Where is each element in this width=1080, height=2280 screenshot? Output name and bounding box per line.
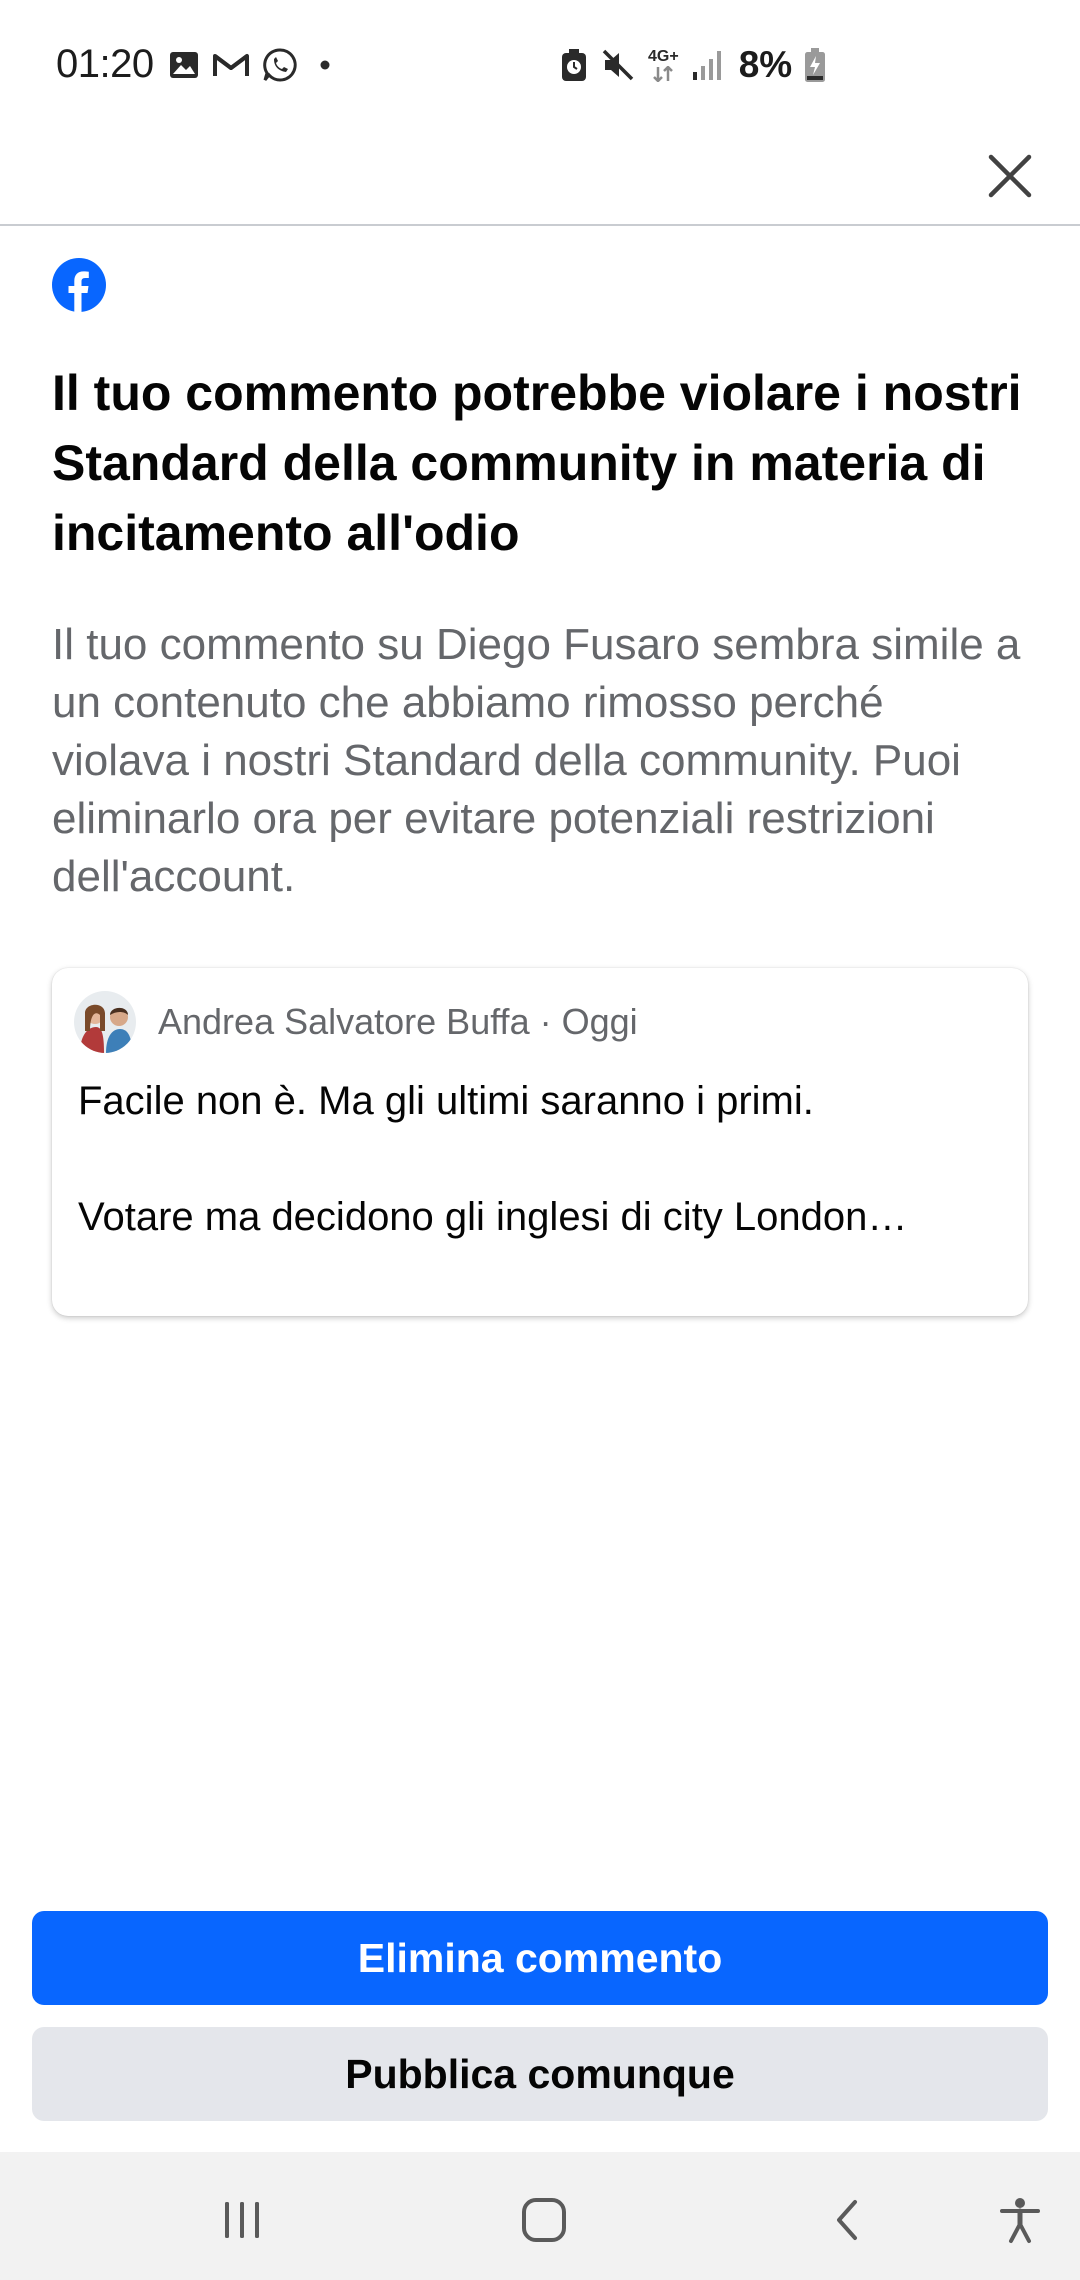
- close-button[interactable]: [970, 136, 1050, 216]
- recent-apps-button[interactable]: [202, 2180, 282, 2260]
- dot-icon: [310, 50, 340, 80]
- notification-icons: [168, 46, 340, 84]
- dialog-top-bar: [0, 128, 1080, 226]
- network-label: 4G+: [648, 48, 679, 65]
- gallery-icon: [168, 49, 200, 81]
- alarm-icon: [560, 47, 588, 83]
- signal-icon: [691, 48, 723, 82]
- system-navigation-bar: [0, 2152, 1080, 2280]
- comment-author[interactable]: Andrea Salvatore Buffa: [158, 1001, 530, 1042]
- network-4g-icon: 4G+: [648, 48, 679, 82]
- status-bar: 01:20 4G+ 8%: [0, 0, 1080, 128]
- comment-text-line-2: Votare ma decidono gli inglesi di city L…: [78, 1195, 908, 1239]
- facebook-warning-screen: 01:20 4G+ 8% Il tuo commento potrebbe vi…: [0, 0, 1080, 2280]
- comment-text-line-1: Facile non è. Ma gli ultimi saranno i pr…: [78, 1079, 814, 1123]
- home-icon: [522, 2198, 566, 2242]
- back-icon: [837, 2200, 857, 2240]
- avatar: [74, 991, 136, 1053]
- battery-percentage: 8%: [738, 44, 793, 85]
- facebook-logo-icon: [52, 258, 106, 312]
- dialog-title: Il tuo commento potrebbe violare i nostr…: [52, 365, 1022, 561]
- mute-icon: [600, 47, 636, 83]
- comment-preview-card: Andrea Salvatore Buffa · Oggi Facile non…: [52, 968, 1028, 1316]
- home-button[interactable]: [504, 2180, 584, 2260]
- delete-comment-button[interactable]: Elimina commento: [32, 1911, 1048, 2005]
- whatsapp-icon: [262, 47, 298, 83]
- comment-header: Andrea Salvatore Buffa · Oggi: [74, 990, 638, 1054]
- close-icon: [988, 154, 1032, 198]
- status-time: 01:20: [56, 42, 154, 86]
- publish-anyway-button[interactable]: Pubblica comunque: [32, 2027, 1048, 2121]
- comment-time: Oggi: [561, 1001, 638, 1042]
- meta-separator: ·: [539, 1001, 552, 1042]
- battery-charging-icon: [804, 47, 826, 83]
- comment-meta: Andrea Salvatore Buffa · Oggi: [158, 1000, 638, 1044]
- recent-apps-icon: [225, 2202, 259, 2238]
- accessibility-icon: [1000, 2198, 1040, 2243]
- dialog-description: Il tuo commento su Diego Fusaro sembra s…: [52, 620, 1021, 901]
- gmail-icon: [212, 49, 250, 81]
- accessibility-button[interactable]: [980, 2180, 1060, 2260]
- system-status-icons: 4G+ 8%: [560, 40, 826, 90]
- back-button[interactable]: [808, 2180, 888, 2260]
